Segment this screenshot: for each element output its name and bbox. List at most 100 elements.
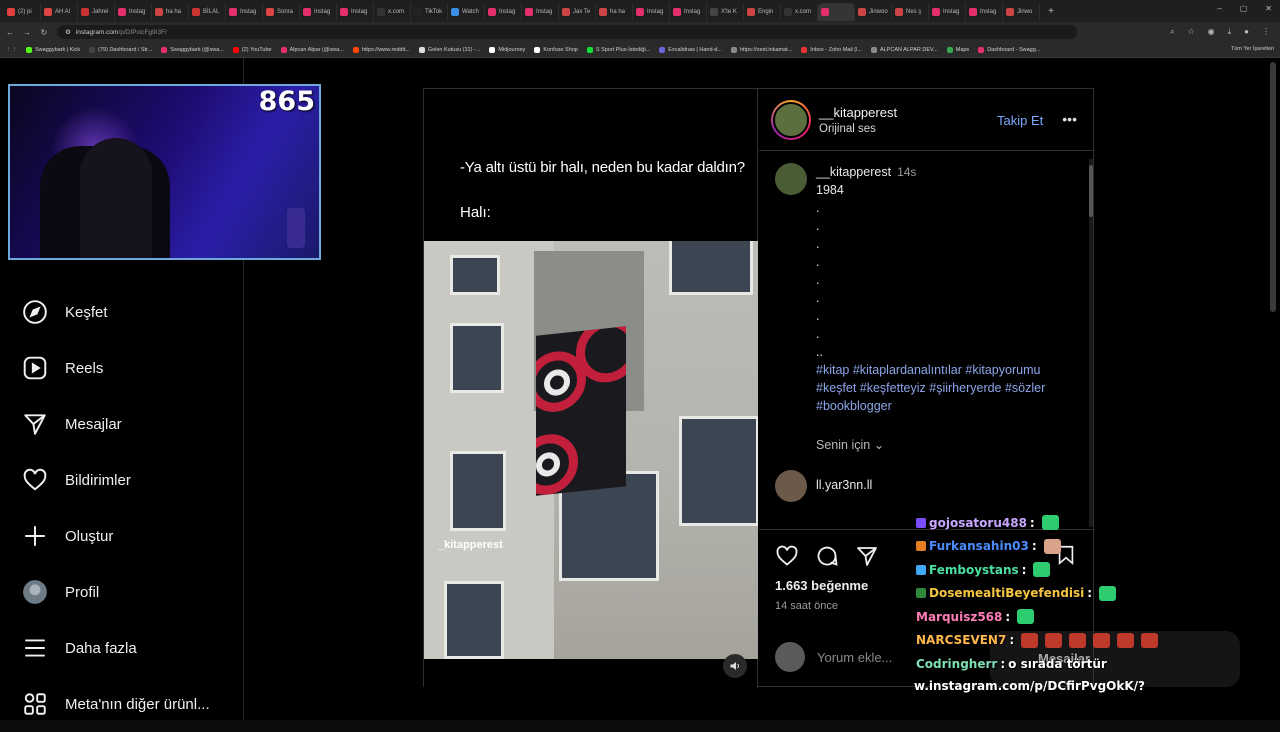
bookmark-item[interactable]: Maps [946, 46, 969, 53]
maximize-button[interactable]: ▢ [1240, 4, 1248, 13]
reload-icon[interactable]: ↻ [37, 28, 51, 37]
browser-tab[interactable]: BİLAL [189, 3, 226, 21]
sidebar-item-explore[interactable]: Keşfet [22, 284, 237, 340]
sidebar-item-meta-apps[interactable]: Meta'nın diğer ürünl... [22, 676, 237, 732]
bookmark-item[interactable]: (2) YouTube [232, 46, 272, 53]
sidebar-item-messages[interactable]: Mesajlar [22, 396, 237, 452]
browser-tab[interactable]: Jahrei [78, 3, 115, 21]
browser-tab[interactable]: Instag [522, 3, 559, 21]
browser-tab[interactable]: Watch [448, 3, 485, 21]
like-heart-icon[interactable] [775, 544, 799, 568]
bookmark-favicon-icon [26, 46, 32, 53]
comment-input[interactable]: Yorum ekle... [817, 650, 892, 665]
chat-emote-icon [1033, 562, 1051, 578]
bookmark-item[interactable]: Swaggybark | Kick [26, 46, 80, 53]
browser-tab[interactable]: x.com [374, 3, 411, 21]
viewer-counter: 865 [258, 86, 315, 117]
comment-username[interactable]: ll.yar3nn.ll [816, 478, 872, 492]
hamburger-icon [25, 639, 45, 657]
site-info-icon[interactable]: ⚙ [65, 28, 71, 36]
bookmark-favicon-icon [586, 46, 593, 53]
sidebar-item-notifications[interactable]: Bildirimler [22, 452, 237, 508]
bookmark-item[interactable]: Midjourney [489, 46, 526, 53]
like-count[interactable]: 1.663 beğenme [775, 578, 868, 593]
bookmark-item[interactable]: ALPCAN ALPAR DEV... [870, 46, 938, 53]
browser-tab[interactable]: Instag [633, 3, 670, 21]
browser-tab[interactable]: TikTok [411, 3, 448, 21]
bookmark-item[interactable]: Dashboard - Swagg... [978, 46, 1040, 53]
tab-favicon-icon [673, 8, 681, 16]
tab-favicon-icon [784, 8, 792, 16]
bookmark-item[interactable]: Gelen Kutusu (31) -... [418, 46, 480, 53]
for-you-toggle[interactable]: Senin için ⌄ [816, 437, 1095, 452]
chat-username: NARCSEVEN7 [916, 633, 1007, 648]
chat-message: Codringherr :o sırada törtür [916, 652, 1256, 676]
browser-tab[interactable]: Instag [485, 3, 522, 21]
audio-label[interactable]: Orijinal ses [819, 123, 897, 135]
bookmark-item[interactable]: Excalidraw | Hand-d... [659, 46, 722, 53]
browser-tab[interactable]: Nes ş [892, 3, 929, 21]
bookmark-item[interactable]: (79) Dashboard / Str... [89, 46, 152, 53]
browser-tab[interactable]: Instag [226, 3, 263, 21]
browser-tab[interactable]: Instag [300, 3, 337, 21]
sidebar-item-reels[interactable]: Reels [22, 340, 237, 396]
browser-tab[interactable]: ha ha [596, 3, 633, 21]
bookmark-label: Midjourney [498, 46, 526, 53]
profile-icon[interactable]: ● [1244, 27, 1249, 37]
browser-tab[interactable]: Engin [744, 3, 781, 21]
author-username[interactable]: __kitapperest [819, 105, 897, 120]
forward-icon[interactable]: → [20, 28, 34, 37]
sidebar-item-profile[interactable]: Profil [22, 564, 237, 620]
back-icon[interactable]: ← [3, 28, 17, 37]
more-options-icon[interactable]: ••• [1062, 111, 1077, 127]
avatar[interactable] [775, 470, 807, 502]
browser-tab[interactable]: Instag [966, 3, 1003, 21]
browser-tab[interactable]: Jinwoo [855, 3, 892, 21]
comments-scrollbar[interactable] [1089, 159, 1093, 527]
menu-icon[interactable]: ⋮ [1262, 27, 1270, 37]
bookmark-favicon-icon [280, 46, 287, 53]
browser-tab[interactable]: Instag [115, 3, 152, 21]
browser-tab[interactable]: AH Al [41, 3, 78, 21]
bookmark-item[interactable]: S Sport Plus-İstediği... [586, 46, 650, 53]
bookmark-item[interactable]: Konfuse Shop [534, 46, 578, 53]
bookmark-star-icon[interactable]: ☆ [1187, 27, 1194, 37]
download-icon[interactable]: ⤓ [1228, 27, 1232, 37]
caption-hashtags[interactable]: #kitap #kitaplardanalıntılar #kitapyorum… [816, 361, 1076, 415]
bookmark-item[interactable]: https://www.reddit... [352, 46, 410, 53]
caption-username[interactable]: __kitapperest [816, 165, 891, 179]
browser-tab[interactable]: Jax Te [559, 3, 596, 21]
new-tab-button[interactable]: + [1044, 6, 1058, 17]
url-field[interactable]: ⚙ instagram.com/p/DIPxicFg9I3F/ [57, 25, 1077, 39]
bookmark-item[interactable]: Swaggybark (@swa... [161, 46, 224, 53]
browser-tab[interactable] [818, 3, 855, 21]
sidebar-item-create[interactable]: Oluştur [22, 508, 237, 564]
bookmark-item[interactable]: Inbox - Zoho Mail (l... [801, 46, 862, 53]
all-bookmarks-button[interactable]: Tüm Yer İşaretleri [1231, 46, 1274, 52]
browser-tab[interactable]: x.com [781, 3, 818, 21]
comment-icon[interactable] [815, 544, 839, 568]
browser-tab[interactable]: ha ha [152, 3, 189, 21]
post-media[interactable]: -Ya altı üstü bir halı, neden bu kadar d… [424, 89, 758, 688]
browser-tab[interactable]: Instag [670, 3, 707, 21]
apps-grid-icon[interactable]: ⋮⋮ [6, 47, 17, 53]
page-scrollbar[interactable] [1270, 62, 1276, 312]
zoom-icon[interactable]: ⌕ [1170, 27, 1174, 37]
minimize-button[interactable]: – [1217, 4, 1221, 13]
author-avatar[interactable] [771, 99, 811, 140]
avatar[interactable] [775, 163, 807, 195]
bookmark-item[interactable]: Alpcan Alpar (@swa... [280, 46, 344, 53]
close-window-button[interactable]: ✕ [1265, 4, 1272, 13]
mute-button[interactable] [723, 654, 747, 678]
browser-tab[interactable]: Sonra [263, 3, 300, 21]
extension-icon[interactable]: ◉ [1208, 27, 1215, 37]
browser-tab[interactable]: Instag [337, 3, 374, 21]
sidebar-item-more[interactable]: Daha fazla [22, 620, 237, 676]
browser-tab[interactable]: (2) pi [4, 3, 41, 21]
follow-button[interactable]: Takip Et [997, 113, 1043, 128]
browser-tab[interactable]: Instag [929, 3, 966, 21]
browser-tab[interactable]: Jinwo [1003, 3, 1040, 21]
bookmark-item[interactable]: https://nest.inkamat... [731, 46, 792, 53]
browser-tab[interactable]: X'te K [707, 3, 744, 21]
share-icon[interactable] [855, 544, 879, 568]
